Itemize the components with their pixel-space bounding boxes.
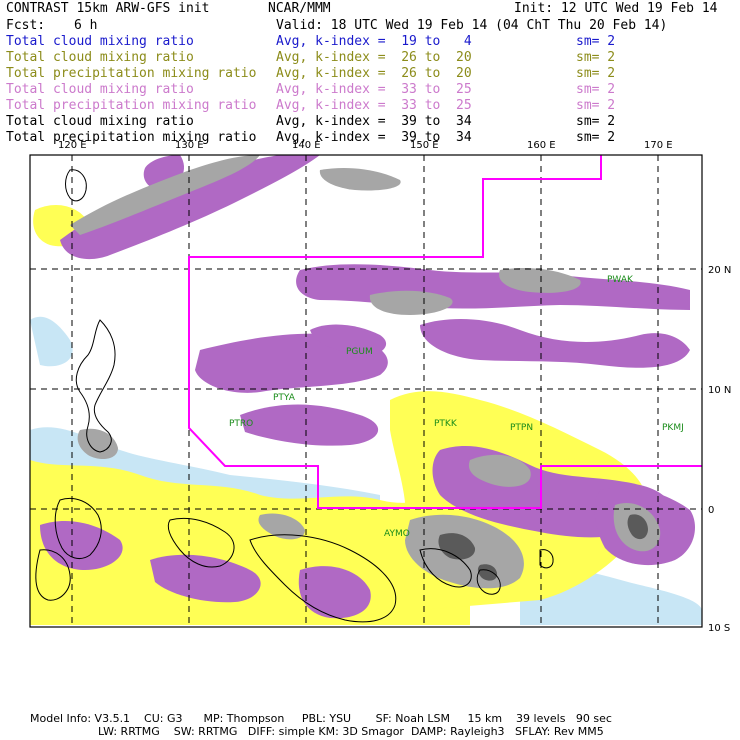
legend-row: Total cloud mixing ratio Avg, k-index = 1… bbox=[6, 34, 726, 50]
lat-label: 10 S bbox=[708, 623, 730, 634]
lon-label: 160 E bbox=[527, 140, 556, 151]
legend-name: Total precipitation mixing ratio bbox=[6, 66, 257, 81]
header-title: CONTRAST 15km ARW-GFS init bbox=[6, 1, 210, 16]
station-label: PTKK bbox=[434, 419, 458, 429]
station-label: PGUM bbox=[346, 347, 373, 357]
lon-label: 150 E bbox=[410, 140, 439, 151]
legend-name: Total cloud mixing ratio bbox=[6, 34, 194, 49]
station-label: PKMJ bbox=[662, 423, 684, 433]
legend-sm: sm= 2 bbox=[576, 34, 616, 49]
header-org: NCAR/MMM bbox=[268, 1, 331, 16]
station-label: PWAK bbox=[607, 275, 634, 285]
lon-axis-labels: 120 E 130 E 140 E 150 E 160 E 170 E bbox=[58, 140, 673, 151]
legend-row: Total precipitation mixing ratio Avg, k-i… bbox=[6, 98, 726, 114]
header-init: Init: 12 UTC Wed 19 Feb 14 bbox=[514, 1, 718, 16]
legend-avg: Avg, k-index = 33 to 25 bbox=[276, 82, 472, 97]
lat-label: 20 N bbox=[708, 265, 731, 276]
station-label: AYMO bbox=[384, 529, 410, 539]
legend-row: Total precipitation mixing ratio Avg, k-i… bbox=[6, 66, 726, 82]
legend-avg: Avg, k-index = 26 to 20 bbox=[276, 66, 472, 81]
weather-map: PGUM PTYA PTRO PTKK PTPN PKMJ PWAK AYMO … bbox=[29, 140, 731, 634]
legend-sm: sm= 2 bbox=[576, 50, 616, 65]
legend-sm: sm= 2 bbox=[576, 98, 616, 113]
lon-label: 140 E bbox=[292, 140, 321, 151]
legend-avg: Avg, k-index = 26 to 20 bbox=[276, 50, 472, 65]
legend-avg: Avg, k-index = 19 to 4 bbox=[276, 34, 472, 49]
header-fcst-value: 6 h bbox=[74, 18, 98, 33]
lat-axis-labels: 20 N 10 N 0 10 S bbox=[708, 265, 731, 634]
legend-avg: Avg, k-index = 39 to 34 bbox=[276, 114, 472, 129]
footer-model-info: Model Info: V3.5.1 CU: G3 MP: Thompson P… bbox=[30, 712, 612, 725]
legend-name: Total cloud mixing ratio bbox=[6, 50, 194, 65]
legend-name: Total cloud mixing ratio bbox=[6, 82, 194, 97]
station-label: PTYA bbox=[273, 393, 296, 403]
station-label: PTRO bbox=[229, 419, 253, 429]
legend-row: Total cloud mixing ratio Avg, k-index = 3… bbox=[6, 114, 726, 130]
legend-sm: sm= 2 bbox=[576, 82, 616, 97]
header-valid: Valid: 18 UTC Wed 19 Feb 14 (04 ChT Thu … bbox=[276, 18, 668, 33]
footer-physics-info: LW: RRTMG SW: RRTMG DIFF: simple KM: 3D … bbox=[98, 725, 604, 738]
legend-sm: sm= 2 bbox=[576, 66, 616, 81]
lon-label: 170 E bbox=[644, 140, 673, 151]
legend-sm: sm= 2 bbox=[576, 114, 616, 129]
legend-name: Total precipitation mixing ratio bbox=[6, 98, 257, 113]
lat-label: 10 N bbox=[708, 385, 731, 396]
station-label: PTPN bbox=[510, 423, 533, 433]
legend-name: Total cloud mixing ratio bbox=[6, 114, 194, 129]
legend-row: Total cloud mixing ratio Avg, k-index = 2… bbox=[6, 50, 726, 66]
lon-label: 120 E bbox=[58, 140, 87, 151]
header-fcst-label: Fcst: bbox=[6, 18, 46, 33]
lon-label: 130 E bbox=[175, 140, 204, 151]
legend-avg: Avg, k-index = 33 to 25 bbox=[276, 98, 472, 113]
legend-row: Total cloud mixing ratio Avg, k-index = 3… bbox=[6, 82, 726, 98]
lat-label: 0 bbox=[708, 505, 714, 516]
